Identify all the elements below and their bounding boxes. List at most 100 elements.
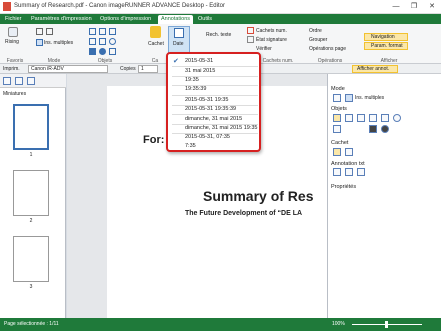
cachets-num-icon[interactable] <box>247 27 254 34</box>
fill-icon[interactable] <box>89 48 96 55</box>
close-button[interactable]: ✕ <box>423 0 441 13</box>
tab-outils[interactable]: Outils <box>195 15 215 24</box>
pen-icon[interactable] <box>89 28 96 35</box>
date-format-dropdown: ✔ 2015-05-31 31 mai 2015 19:35 19:35:39 … <box>166 52 261 152</box>
rect-tool-icon[interactable] <box>381 114 389 122</box>
stamp-tool-icon[interactable] <box>333 148 341 156</box>
calendar-icon <box>174 28 184 38</box>
text-icon[interactable] <box>99 28 106 35</box>
zoom-value: 100% <box>332 321 345 327</box>
date-label: Date <box>173 41 184 47</box>
copies-label: Copies <box>120 66 136 72</box>
page-number: 3 <box>29 284 33 290</box>
ellipse-tool-icon[interactable] <box>393 114 401 122</box>
circle-fill-icon[interactable] <box>99 48 106 55</box>
ins-multiples-icon[interactable] <box>36 39 43 46</box>
arrow-tool-icon[interactable] <box>333 125 341 133</box>
tab-annotations[interactable]: Annotations <box>158 15 194 24</box>
annot-tool-icon[interactable] <box>333 168 341 176</box>
note-icon[interactable] <box>109 28 116 35</box>
date-format-option[interactable]: dimanche, 31 mai 2015 <box>185 116 242 122</box>
printer-select[interactable]: Canon iR-ADV <box>28 65 108 73</box>
date-format-option[interactable]: 2015-05-31 <box>185 58 213 64</box>
thumbnail-toolbar <box>0 74 66 88</box>
param-format-button[interactable]: Param. format <box>364 42 408 50</box>
tab-parametres-impression[interactable]: Paramètres d'impression <box>28 15 95 24</box>
tab-options-impression[interactable]: Options d'impression <box>97 15 154 24</box>
thumbnail-view-icon[interactable] <box>3 77 11 85</box>
cachet-label: Cachet <box>148 41 164 47</box>
text-tool-icon[interactable] <box>345 114 353 122</box>
polygon-icon[interactable] <box>109 48 116 55</box>
hand-icon[interactable] <box>46 28 53 35</box>
etat-signature-button[interactable]: État signature <box>256 37 287 43</box>
navigation-label: Navigation <box>371 34 395 40</box>
note-tool-icon[interactable] <box>357 114 365 122</box>
copies-input[interactable]: 1 <box>138 65 158 73</box>
annot-tool-icon[interactable] <box>345 168 353 176</box>
comment-icon[interactable] <box>15 77 23 85</box>
date-format-option[interactable]: dimanche, 31 mai 2015 19:35 <box>185 125 257 131</box>
date-format-option[interactable]: 19:35:39 <box>185 86 206 92</box>
fill-tool-icon[interactable] <box>369 125 377 133</box>
rect-icon[interactable] <box>99 38 106 45</box>
circle-fill-tool-icon[interactable] <box>381 125 389 133</box>
date-format-option[interactable]: 2015-05-31 19:35 <box>185 97 228 103</box>
annot-tool-icon[interactable] <box>357 168 365 176</box>
rising-label: Rising <box>5 39 19 45</box>
status-page-text: Page sélectionnée : 1/11 <box>4 321 59 327</box>
page-thumbnail[interactable] <box>13 104 49 150</box>
date-tool-icon[interactable] <box>345 148 353 156</box>
page-number: 1 <box>29 152 33 158</box>
ins-multiples-button[interactable]: Ins. multiples <box>44 40 73 46</box>
page-thumbnail[interactable] <box>13 170 49 216</box>
zoom-thumb[interactable] <box>385 321 388 328</box>
signature-icon[interactable] <box>247 36 254 43</box>
date-format-option[interactable]: 7:35 <box>185 143 196 149</box>
line-tool-icon[interactable] <box>369 114 377 122</box>
ellipse-icon[interactable] <box>109 38 116 45</box>
thumbnail-title: Miniatures <box>3 91 27 97</box>
grouper-button[interactable]: Grouper <box>309 37 327 43</box>
cachet-button[interactable]: Cachet <box>146 26 166 54</box>
verifier-button[interactable]: Vérifier <box>256 46 272 52</box>
date-format-option[interactable]: 2015-05-31 19:35:39 <box>185 106 236 112</box>
window-title: Summary of Research.pdf - Canon imageRUN… <box>14 3 225 9</box>
pen-tool-icon[interactable] <box>333 114 341 122</box>
mode-section-title: Mode <box>331 86 345 92</box>
printer-label: Imprim. <box>3 66 20 72</box>
date-button[interactable]: Date <box>168 26 190 54</box>
rising-button[interactable]: Rising <box>4 27 22 47</box>
rech-texte-button[interactable]: Rech. texte <box>206 32 231 38</box>
status-bar: Page sélectionnée : 1/11 100% <box>0 318 441 331</box>
select-icon[interactable] <box>36 28 43 35</box>
title-bar: Summary of Research.pdf - Canon imageRUN… <box>0 0 441 14</box>
app-icon <box>3 2 11 11</box>
navigation-button[interactable]: Navigation <box>364 33 408 41</box>
objets-section-title: Objets <box>331 106 347 112</box>
copies-value: 1 <box>141 66 144 72</box>
tab-fichier[interactable]: Fichier <box>2 15 25 24</box>
date-format-option[interactable]: 19:35 <box>185 77 199 83</box>
cachet-section-title: Cachet <box>331 140 349 146</box>
date-format-option[interactable]: 2015-05-31, 07:35 <box>185 134 230 140</box>
operations-page-button[interactable]: Opérations page <box>309 46 346 52</box>
ordre-button[interactable]: Ordre <box>309 28 322 34</box>
stamp-icon <box>150 26 161 38</box>
date-format-option[interactable]: 31 mai 2015 <box>185 68 215 74</box>
maximize-button[interactable]: ❐ <box>405 0 423 13</box>
afficher-annot-label: Afficher annot. <box>357 66 390 72</box>
ins-multiples-tool-icon[interactable] <box>345 94 353 102</box>
select-tool-icon[interactable] <box>333 94 341 102</box>
line-icon[interactable] <box>89 38 96 45</box>
annotation-section-title: Annotation txt <box>331 161 365 167</box>
bookmark-icon[interactable] <box>27 77 35 85</box>
check-icon: ✔ <box>173 58 179 65</box>
param-format-label: Param. format <box>371 43 403 49</box>
minimize-button[interactable]: — <box>387 0 405 13</box>
afficher-annot-button[interactable]: Afficher annot. <box>352 65 398 73</box>
page-subheading: The Future Development of “DE LA <box>185 210 303 217</box>
page-thumbnail[interactable] <box>13 236 49 282</box>
ins-multiples-tool[interactable]: Ins. multiples <box>355 95 384 101</box>
cachets-num-button[interactable]: Cachets num. <box>256 28 287 34</box>
